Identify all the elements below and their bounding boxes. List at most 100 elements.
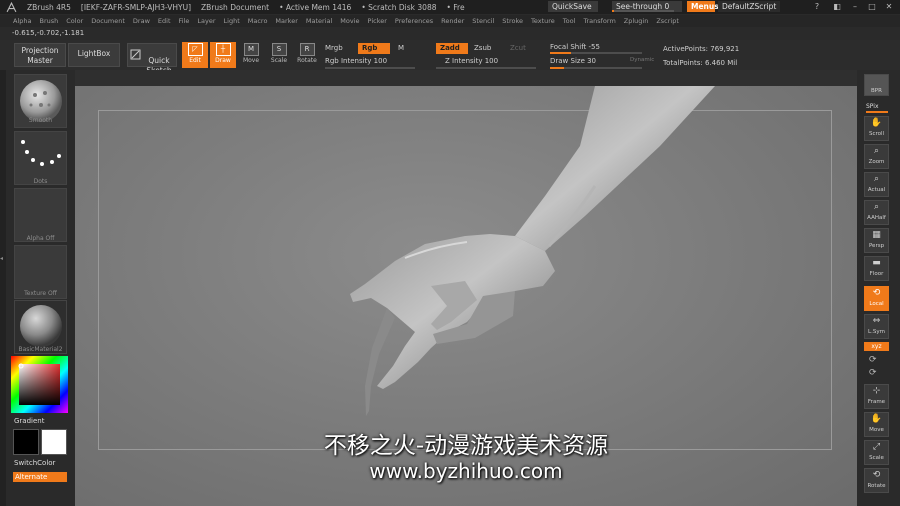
y-rotation-icon[interactable]: ⟳ (869, 355, 877, 365)
menu-item-edit[interactable]: Edit (158, 17, 171, 25)
alpha-thumbnail[interactable] (14, 188, 67, 242)
menu-item-tool[interactable]: Tool (563, 17, 576, 25)
frame-icon: ⊹ (872, 386, 881, 396)
scale-view-button[interactable]: ⤢ Scale (864, 440, 889, 465)
scroll-button[interactable]: ✋ Scroll (864, 116, 889, 141)
draw-size-label[interactable]: Draw Size 30 (550, 57, 596, 65)
watermark-url: www.byzhihuo.com (369, 459, 563, 483)
menu-item-alpha[interactable]: Alpha (13, 17, 31, 25)
left-tray-handle[interactable]: ◂ (0, 70, 6, 506)
menu-item-brush[interactable]: Brush (39, 17, 58, 25)
menu-item-transform[interactable]: Transform (583, 17, 615, 25)
menu-item-zscript[interactable]: Zscript (656, 17, 679, 25)
quicksave-button[interactable]: QuickSave (548, 1, 598, 12)
menu-item-stencil[interactable]: Stencil (472, 17, 494, 25)
left-shelf: ◂ Smooth Dots Alpha Off Texture Off Basi… (0, 70, 75, 506)
move-icon: M (243, 43, 259, 56)
switchcolor-button[interactable]: SwitchColor (14, 459, 55, 467)
persp-icon: ▦ (872, 230, 881, 240)
move-button[interactable]: M Move (238, 42, 264, 68)
rgb-intensity-label[interactable]: Rgb Intensity 100 (325, 57, 387, 65)
menu-item-material[interactable]: Material (306, 17, 332, 25)
help-icon[interactable]: ? (812, 2, 822, 12)
close-icon[interactable]: ✕ (884, 2, 894, 12)
dynamic-button[interactable]: Dynamic (630, 57, 654, 63)
menu-item-file[interactable]: File (179, 17, 190, 25)
persp-button[interactable]: ▦ Persp (864, 228, 889, 253)
menu-item-draw[interactable]: Draw (133, 17, 150, 25)
draw-button[interactable]: ┼ Draw (210, 42, 236, 68)
bpr-label: BPR (871, 88, 882, 94)
aahalf-button[interactable]: ⌕ AAHalf (864, 200, 889, 225)
color-picker[interactable] (11, 356, 68, 413)
rgb-intensity-slider[interactable] (325, 67, 415, 69)
see-through-slider[interactable] (612, 10, 674, 12)
alternate-button[interactable]: Alternate (13, 472, 67, 482)
material-name: BasicMaterial2 (18, 346, 63, 353)
menu-item-zplugin[interactable]: Zplugin (624, 17, 649, 25)
edit-label: Edit (189, 57, 201, 64)
menu-item-movie[interactable]: Movie (340, 17, 359, 25)
zsub-button[interactable]: Zsub (474, 44, 491, 52)
edit-button[interactable]: ◸ Edit (182, 42, 208, 68)
menu-item-macro[interactable]: Macro (248, 17, 268, 25)
menu-item-picker[interactable]: Picker (368, 17, 387, 25)
bpr-button[interactable]: BPR (864, 74, 889, 96)
layout-icon[interactable]: ◧ (832, 2, 842, 12)
stroke-name: Dots (33, 178, 48, 185)
spix-label[interactable]: SPix (866, 103, 879, 110)
menu-item-document[interactable]: Document (91, 17, 125, 25)
stroke-thumbnail[interactable] (14, 131, 67, 185)
persp-label: Persp (868, 243, 885, 249)
zadd-button[interactable]: Zadd (436, 43, 468, 54)
scale-button[interactable]: S Scale (266, 42, 292, 68)
lsym-button[interactable]: ⇔ L.Sym (864, 314, 889, 339)
free-mem: • Fre (446, 2, 465, 12)
rotate-view-icon: ⟲ (872, 470, 881, 480)
lightbox-button[interactable]: LightBox (68, 43, 120, 67)
rgb-button[interactable]: Rgb (358, 43, 390, 54)
menu-item-marker[interactable]: Marker (275, 17, 297, 25)
move-view-label: Move (869, 427, 884, 433)
projection-master-button[interactable]: Projection Master (14, 43, 66, 67)
menu-item-texture[interactable]: Texture (531, 17, 555, 25)
z-intensity-slider[interactable] (436, 67, 536, 69)
move-label: Move (242, 57, 260, 64)
menus-toggle-button[interactable]: Menus (687, 1, 719, 12)
m-button[interactable]: M (398, 44, 404, 52)
gradient-label[interactable]: Gradient (14, 417, 44, 425)
menu-item-stroke[interactable]: Stroke (502, 17, 523, 25)
maximize-icon[interactable]: □ (867, 2, 877, 12)
menu-item-render[interactable]: Render (441, 17, 464, 25)
frame-button[interactable]: ⊹ Frame (864, 384, 889, 409)
menu-item-light[interactable]: Light (224, 17, 240, 25)
main-color-swatch[interactable] (13, 429, 39, 455)
zcut-button[interactable]: Zcut (510, 44, 526, 52)
z-rotation-icon[interactable]: ⟳ (869, 368, 877, 378)
actual-button[interactable]: ⌕ Actual (864, 172, 889, 197)
local-label: Local (869, 301, 884, 307)
rotate-view-button[interactable]: ⟲ Rotate (864, 468, 889, 493)
rotate-button[interactable]: R Rotate (294, 42, 320, 68)
aahalf-label: AAHalf (867, 215, 886, 221)
minimize-icon[interactable]: – (850, 2, 860, 12)
menu-item-color[interactable]: Color (66, 17, 83, 25)
document-canvas[interactable]: 不移之火-动漫游戏美术资源 www.byzhihuo.com (75, 86, 857, 506)
toolbar: Projection Master LightBox Quick Sketch … (0, 40, 900, 75)
secondary-color-swatch[interactable] (41, 429, 67, 455)
floor-button[interactable]: ▬ Floor (864, 256, 889, 281)
menu-item-preferences[interactable]: Preferences (395, 17, 433, 25)
local-button[interactable]: ⟲ Local (864, 286, 889, 311)
menu-item-layer[interactable]: Layer (197, 17, 215, 25)
xyz-rotation-button[interactable]: xyz (864, 342, 889, 351)
focal-shift-label[interactable]: Focal Shift -55 (550, 43, 600, 51)
zoom-button[interactable]: ⌕ Zoom (864, 144, 889, 169)
brush-name: Smooth (28, 117, 53, 124)
scale-view-icon: ⤢ (872, 442, 881, 452)
spix-slider[interactable] (866, 111, 888, 113)
move-view-button[interactable]: ✋ Move (864, 412, 889, 437)
z-intensity-label[interactable]: Z Intensity 100 (445, 57, 498, 65)
cursor-coordinates: -0.615,-0.702,-1.181 (12, 29, 85, 37)
default-zscript-button[interactable]: DefaultZScript (718, 1, 780, 12)
mrgb-button[interactable]: Mrgb (325, 44, 343, 52)
